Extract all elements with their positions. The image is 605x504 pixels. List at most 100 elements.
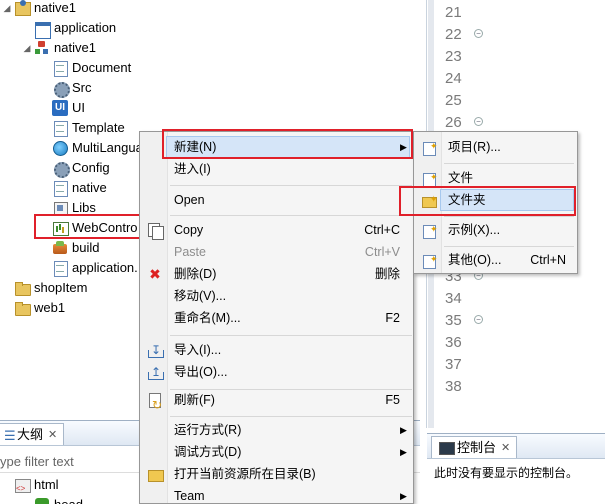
- menu-item-go-into[interactable]: 进入(I): [142, 158, 412, 180]
- page-icon: [52, 180, 68, 197]
- line-number: 37: [445, 356, 462, 373]
- tab-console[interactable]: 控制台 ✕: [431, 436, 518, 459]
- code-line[interactable]: 22−<div class=: [427, 24, 605, 46]
- line-number: 38: [445, 378, 462, 395]
- submenu-arrow-icon: ▶: [400, 425, 407, 435]
- code-line[interactable]: 25<!-- Right: [427, 90, 605, 112]
- code-line[interactable]: 36: [427, 332, 605, 354]
- folder-icon: [14, 280, 31, 296]
- line-number: 25: [445, 92, 462, 109]
- line-number: 35: [445, 312, 462, 329]
- tree-item-native[interactable]: native: [38, 178, 107, 198]
- menu-item-paste[interactable]: Paste Ctrl+V: [142, 241, 412, 263]
- refresh-icon: [147, 392, 163, 416]
- menu-item-move[interactable]: 移动(V)...: [142, 285, 412, 307]
- build-icon: [52, 240, 68, 256]
- new-example-icon: [421, 218, 438, 240]
- code-line[interactable]: 35−<d: [427, 310, 605, 332]
- close-icon[interactable]: ✕: [501, 437, 510, 459]
- console-message: 此时没有要显示的控制台。: [434, 466, 579, 480]
- code-line[interactable]: 37: [427, 354, 605, 376]
- gear-icon: [52, 80, 70, 98]
- menu-item-debug-as[interactable]: 调试方式(D) ▶: [142, 441, 412, 463]
- new-other-icon: [421, 248, 438, 270]
- console-icon: [438, 440, 455, 456]
- folder-icon: [14, 300, 31, 316]
- fold-toggle-icon[interactable]: −: [474, 29, 483, 38]
- code-line[interactable]: 23Left Par: [427, 46, 605, 68]
- collapse-arrow-icon[interactable]: ◢: [20, 38, 34, 58]
- menu-separator: [444, 216, 574, 217]
- outline-row-head[interactable]: head: [34, 495, 83, 504]
- tree-item-ui[interactable]: UI UI: [38, 98, 85, 118]
- page-icon: [52, 120, 68, 137]
- collapse-arrow-icon[interactable]: ◢: [0, 0, 14, 18]
- tree-item-build[interactable]: build: [38, 238, 99, 258]
- fold-toggle-icon[interactable]: −: [474, 117, 483, 126]
- globe-icon: [52, 140, 68, 156]
- menu-separator: [444, 246, 574, 247]
- menu-item-copy[interactable]: Copy Ctrl+C: [142, 219, 412, 241]
- menu-item-delete[interactable]: ✖ 删除(D) 删除: [142, 263, 412, 285]
- eclipse-window: ◢ native1 application ◢ native1 Document…: [0, 0, 605, 504]
- export-icon: [147, 361, 164, 383]
- line-number: 22: [445, 26, 462, 43]
- html-tag-icon: [14, 477, 31, 499]
- submenu-arrow-icon: ▶: [400, 491, 407, 501]
- copy-icon: [147, 222, 164, 240]
- tree-item-application-file[interactable]: application.: [38, 258, 138, 278]
- delete-icon: ✖: [149, 266, 161, 282]
- menu-separator: [170, 185, 412, 186]
- gear-icon: [52, 160, 70, 178]
- code-line[interactable]: 24</div>: [427, 68, 605, 90]
- tree-item-web1[interactable]: web1: [0, 298, 65, 318]
- console-tabbar: 控制台 ✕: [427, 434, 605, 459]
- menu-separator: [170, 215, 412, 216]
- tree-item-src[interactable]: Src: [38, 78, 92, 98]
- page-icon: [52, 260, 68, 277]
- outline-icon: [3, 425, 17, 447]
- submenu-item-project[interactable]: 项目(R)...: [416, 135, 576, 158]
- submenu-item-other[interactable]: 其他(O)... Ctrl+N: [416, 248, 576, 271]
- head-tag-icon: [34, 497, 50, 504]
- tree-item-multilanguage[interactable]: MultiLangua: [38, 138, 143, 158]
- tab-outline[interactable]: 大纲 ✕: [0, 423, 65, 447]
- import-icon: [147, 339, 164, 361]
- project-folder-icon: [14, 0, 31, 16]
- menu-item-export[interactable]: 导出(O)...: [142, 361, 412, 383]
- line-number: 24: [445, 70, 462, 87]
- menu-item-open-location[interactable]: 打开当前资源所在目录(B): [142, 463, 412, 485]
- menu-item-open[interactable]: Open: [142, 189, 412, 211]
- submenu-arrow-icon: ▶: [400, 447, 407, 457]
- context-menu: 新建(N) ▶ 进入(I) Open Copy Ctrl+C Paste Ctr…: [139, 131, 414, 504]
- ui-icon: UI: [52, 100, 68, 116]
- outline-row-html[interactable]: html: [14, 475, 59, 499]
- code-line[interactable]: 38: [427, 376, 605, 398]
- menu-separator: [170, 335, 412, 336]
- menu-item-run-as[interactable]: 运行方式(R) ▶: [142, 419, 412, 441]
- console-panel: 控制台 ✕ 此时没有要显示的控制台。: [427, 433, 605, 504]
- tree-item-native1-project[interactable]: ◢ native1: [0, 0, 76, 18]
- folder-item-highlight-box: [399, 186, 576, 216]
- close-icon[interactable]: ✕: [48, 424, 57, 446]
- line-number: 34: [445, 290, 462, 307]
- code-line[interactable]: 21<!-- Left p: [427, 2, 605, 24]
- menu-item-import[interactable]: 导入(I)...: [142, 339, 412, 361]
- tree-item-document[interactable]: Document: [38, 58, 131, 78]
- menu-item-refresh[interactable]: 刷新(F) F5: [142, 389, 412, 416]
- tree-item-shopitem[interactable]: shopItem: [0, 278, 87, 298]
- code-line[interactable]: 34<!: [427, 288, 605, 310]
- tree-item-native1-module[interactable]: ◢ native1: [20, 38, 96, 58]
- tree-item-config[interactable]: Config: [38, 158, 110, 178]
- new-menu-highlight-box: [162, 129, 413, 159]
- tree-item-application[interactable]: application: [20, 18, 116, 39]
- page-icon: [52, 60, 68, 77]
- line-number: 23: [445, 48, 462, 65]
- new-project-icon: [421, 135, 438, 157]
- menu-item-team[interactable]: Team ▶: [142, 485, 412, 504]
- menu-item-rename[interactable]: 重命名(M)... F2: [142, 307, 412, 329]
- tree-item-template[interactable]: Template: [38, 118, 125, 138]
- fold-toggle-icon[interactable]: −: [474, 315, 483, 324]
- line-number: 36: [445, 334, 462, 351]
- submenu-item-example[interactable]: 示例(X)...: [416, 218, 576, 241]
